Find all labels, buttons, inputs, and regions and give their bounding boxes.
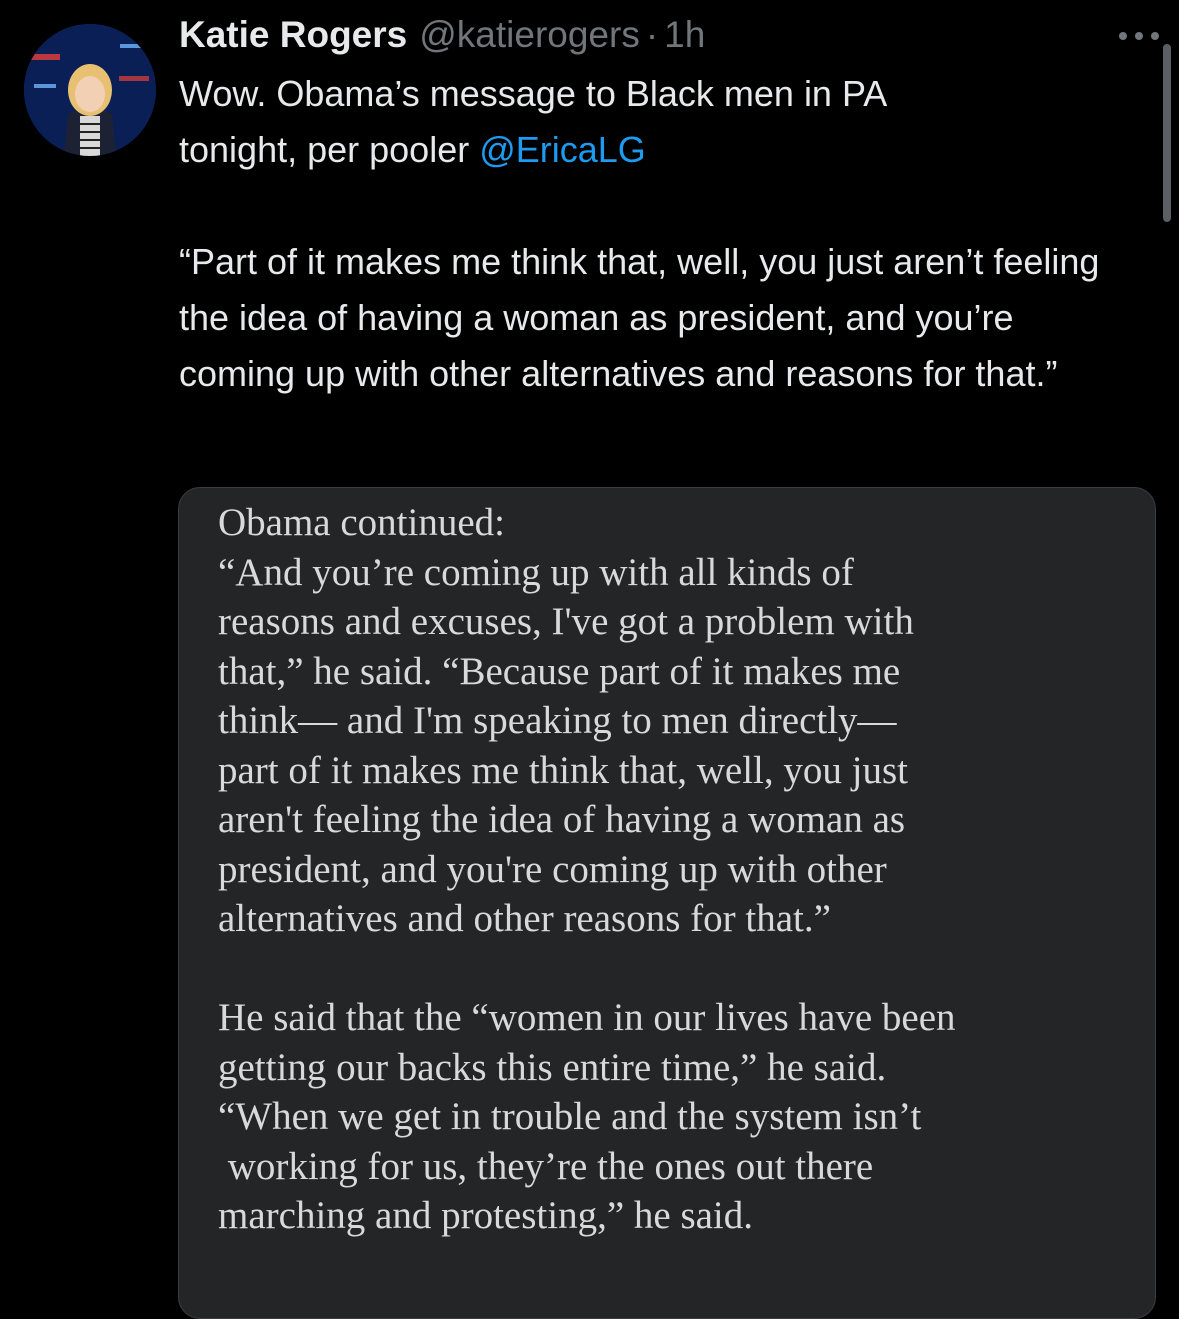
news-clipping-text: Obama continued: “And you’re coming up wi… [179,488,1155,1241]
more-options-icon[interactable] [1119,26,1159,46]
clipping-line: getting our backs this entire time,” he … [218,1045,887,1089]
clipping-line [218,944,1155,994]
clipping-line: that,” he said. “Because part of it make… [218,649,901,693]
scrollbar[interactable] [1163,44,1171,222]
clipping-line: He said that the “women in our lives hav… [218,996,956,1039]
clipping-line: working for us, they’re the ones out the… [218,1144,874,1188]
clipping-line: reasons and excuses, I've got a problem … [218,600,914,643]
clipping-line: marching and protesting,” he said. [218,1194,754,1237]
clipping-line: part of it makes me think that, well, yo… [218,748,908,792]
tweet-quote-text: “Part of it makes me think that, well, y… [179,241,1100,394]
header-separator: · [645,14,659,55]
tweet-text: Wow. Obama’s message to Black men in PA … [179,66,1139,178]
author-handle[interactable]: @katierogers [419,14,640,56]
clipping-line: alternatives and other reasons for that.… [218,897,831,940]
mention-link[interactable]: @EricaLG [479,129,646,170]
tweet-media-image[interactable]: Obama continued: “And you’re coming up wi… [178,487,1156,1319]
clipping-line: Obama continued: [218,501,505,544]
clipping-line: president, and you're coming up with oth… [218,847,887,891]
tweet-header: Katie Rogers @katierogers · 1h [179,14,1139,66]
clipping-line: “When we get in trouble and the system i… [218,1095,922,1138]
clipping-line: think— and I'm speaking to men directly— [218,699,897,742]
tweet-content: Katie Rogers @katierogers · 1h Wow. Obam… [179,14,1139,402]
author-name[interactable]: Katie Rogers [179,14,407,56]
clipping-line: “And you’re coming up with all kinds of [218,550,854,594]
avatar-photo [24,24,156,156]
tweet-timestamp[interactable]: 1h [664,14,705,56]
avatar[interactable] [24,24,156,156]
clipping-line: aren't feeling the idea of having a woma… [218,798,906,841]
